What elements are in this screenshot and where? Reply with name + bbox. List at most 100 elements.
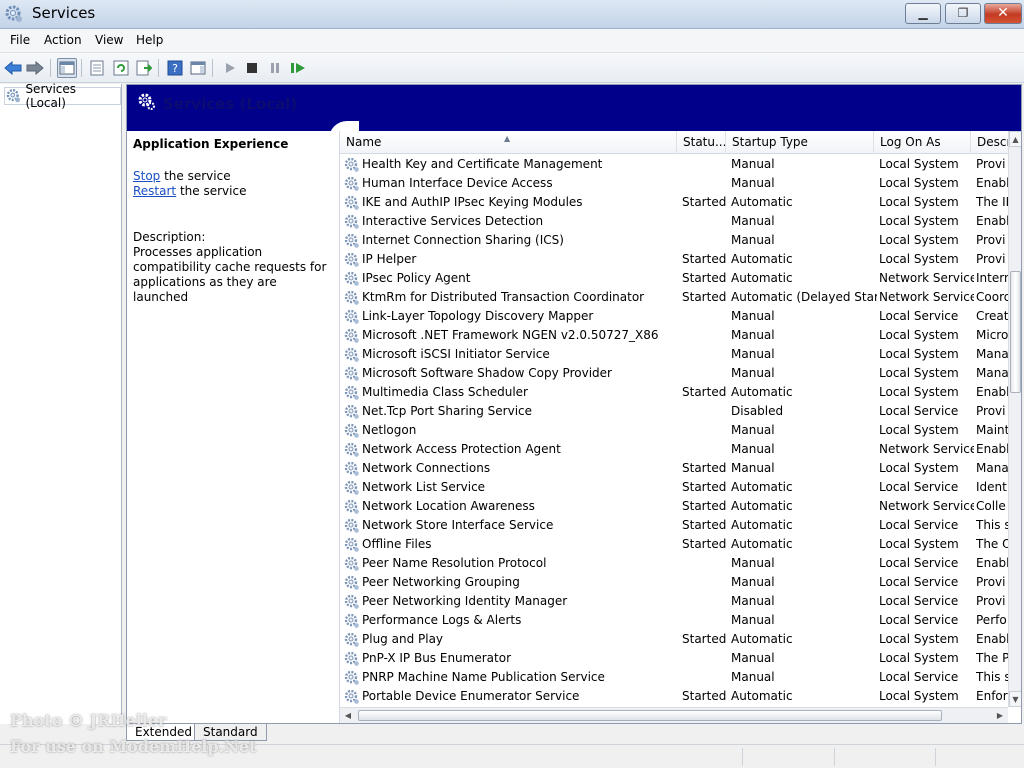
column-header-name[interactable]: ▲ Name <box>340 131 677 154</box>
service-log-on-as: Local System <box>879 651 959 665</box>
service-log-on-as: Network Service <box>879 271 974 285</box>
table-row[interactable]: Interactive Services Detection Manual Loca… <box>340 212 1008 231</box>
minimize-button[interactable]: ▁ <box>905 3 941 24</box>
column-header-status[interactable]: Statu... <box>677 131 726 154</box>
service-gear-icon <box>344 499 360 515</box>
table-row[interactable]: IP Helper Started Automatic Local System Pro… <box>340 250 1008 269</box>
selected-service-name: Application Experience <box>133 137 289 151</box>
service-startup-type: Manual <box>731 233 775 247</box>
service-log-on-as: Local System <box>879 233 959 247</box>
service-description-cell: This s <box>976 518 1008 532</box>
restart-service-link[interactable]: Restart <box>133 184 176 198</box>
table-row[interactable]: Peer Networking Identity Manager Manual Lo… <box>340 592 1008 611</box>
stop-suffix: the service <box>160 169 231 183</box>
show-action-pane-icon[interactable] <box>188 58 208 78</box>
refresh-icon[interactable] <box>111 58 131 78</box>
service-log-on-as: Local Service <box>879 670 959 684</box>
menu-help[interactable]: Help <box>136 33 163 47</box>
export-list-icon[interactable] <box>134 58 154 78</box>
properties-icon[interactable] <box>87 58 107 78</box>
menu-view[interactable]: View <box>95 33 123 47</box>
stop-service-link[interactable]: Stop <box>133 169 160 183</box>
service-status: Started <box>682 480 727 494</box>
service-gear-icon <box>344 157 360 173</box>
scroll-down-arrow-icon[interactable]: ▼ <box>1009 691 1021 707</box>
menu-action[interactable]: Action <box>44 33 82 47</box>
table-row[interactable]: IKE and AuthIP IPsec Keying Modules Start… <box>340 193 1008 212</box>
table-row[interactable]: Multimedia Class Scheduler Started Automat… <box>340 383 1008 402</box>
table-row[interactable]: Microsoft iSCSI Initiator Service Manual L… <box>340 345 1008 364</box>
table-row[interactable]: Link-Layer Topology Discovery Mapper Manu… <box>340 307 1008 326</box>
table-row[interactable]: Network Location Awareness Started Automat… <box>340 497 1008 516</box>
table-row[interactable]: KtmRm for Distributed Transaction Coordi… <box>340 288 1008 307</box>
show-hide-console-tree-icon[interactable] <box>57 58 77 78</box>
service-gear-icon <box>344 195 360 211</box>
service-startup-type: Manual <box>731 442 775 456</box>
column-header-log-on-as[interactable]: Log On As <box>874 131 971 154</box>
toolbar: ? <box>0 53 1024 83</box>
service-name: Microsoft .NET Framework NGEN v2.0.50727… <box>362 328 659 342</box>
service-description-cell: Mana <box>976 461 1008 475</box>
service-description-cell: Micro <box>976 328 1008 342</box>
vertical-scroll-thumb[interactable] <box>1010 271 1021 393</box>
service-log-on-as: Local System <box>879 689 959 703</box>
table-row[interactable]: Netlogon Manual Local System Maint <box>340 421 1008 440</box>
service-status <box>682 668 730 687</box>
table-row[interactable]: Microsoft Software Shadow Copy Provider M… <box>340 364 1008 383</box>
table-row[interactable]: IPsec Policy Agent Started Automatic Networ… <box>340 269 1008 288</box>
column-header-startup-type[interactable]: Startup Type <box>726 131 874 154</box>
service-description-cell: Enabl <box>976 176 1008 190</box>
table-row[interactable]: Performance Logs & Alerts Manual Local Ser… <box>340 611 1008 630</box>
help-icon[interactable]: ? <box>165 58 185 78</box>
services-gear-icon <box>6 89 20 103</box>
table-row[interactable]: Health Key and Certificate Management Man… <box>340 155 1008 174</box>
table-row[interactable]: Plug and Play Started Automatic Local Syste… <box>340 630 1008 649</box>
close-button[interactable]: ✕ <box>984 3 1022 24</box>
service-status: Started <box>682 632 727 646</box>
service-description-cell: Provi <box>976 252 1006 266</box>
table-row[interactable]: Network Connections Started Manual Local Sy… <box>340 459 1008 478</box>
service-gear-icon <box>344 271 360 287</box>
scroll-left-arrow-icon[interactable]: ◀ <box>340 708 356 723</box>
table-row[interactable]: Network List Service Started Automatic Loca… <box>340 478 1008 497</box>
pause-service-icon[interactable] <box>265 58 285 78</box>
horizontal-scrollbar[interactable]: ◀ ▶ <box>340 707 1008 723</box>
table-row[interactable]: Microsoft .NET Framework NGEN v2.0.50727… <box>340 326 1008 345</box>
column-header-description[interactable]: Descr <box>971 131 1008 154</box>
vertical-scrollbar[interactable]: ▲ ▼ <box>1008 131 1021 707</box>
service-description-cell: Provi <box>976 233 1006 247</box>
service-description-cell: Provi <box>976 594 1006 608</box>
scroll-up-arrow-icon[interactable]: ▲ <box>1009 131 1021 147</box>
service-gear-icon <box>344 594 360 610</box>
service-startup-type: Manual <box>731 366 775 380</box>
table-row[interactable]: Net.Tcp Port Sharing Service Disabled Loca… <box>340 402 1008 421</box>
table-row[interactable]: Internet Connection Sharing (ICS) Manual L… <box>340 231 1008 250</box>
forward-arrow-icon[interactable] <box>25 58 45 78</box>
service-name: Peer Networking Identity Manager <box>362 594 568 608</box>
stop-service-icon[interactable] <box>242 58 262 78</box>
service-description-cell: The O <box>976 537 1008 551</box>
table-row[interactable]: Human Interface Device Access Manual Local… <box>340 174 1008 193</box>
service-startup-type: Manual <box>731 594 775 608</box>
service-status: Started <box>682 290 727 304</box>
tree-item-services-local[interactable]: Services (Local) <box>4 82 121 110</box>
table-row[interactable]: Peer Networking Grouping Manual Local Serv… <box>340 573 1008 592</box>
restart-service-icon[interactable] <box>288 58 308 78</box>
scroll-right-arrow-icon[interactable]: ▶ <box>992 708 1008 723</box>
services-pane: Services (Local) Application Experience … <box>126 84 1022 724</box>
horizontal-scroll-thumb[interactable] <box>358 710 942 721</box>
table-row[interactable]: Offline Files Started Automatic Local Syste… <box>340 535 1008 554</box>
table-row[interactable]: Network Store Interface Service Started Au… <box>340 516 1008 535</box>
service-name: Health Key and Certificate Management <box>362 157 603 171</box>
table-row[interactable]: Portable Device Enumerator Service Starte… <box>340 687 1008 706</box>
table-row[interactable]: PnP-X IP Bus Enumerator Manual Local Syste… <box>340 649 1008 668</box>
service-log-on-as: Local System <box>879 366 959 380</box>
table-row[interactable]: Network Access Protection Agent Manual Net… <box>340 440 1008 459</box>
back-arrow-icon[interactable] <box>3 58 23 78</box>
start-service-icon[interactable] <box>220 58 240 78</box>
table-row[interactable]: Peer Name Resolution Protocol Manual Local… <box>340 554 1008 573</box>
service-status <box>682 554 730 573</box>
menu-file[interactable]: File <box>10 33 30 47</box>
maximize-button[interactable]: ❐ <box>945 3 981 24</box>
table-row[interactable]: PNRP Machine Name Publication Service Man… <box>340 668 1008 687</box>
